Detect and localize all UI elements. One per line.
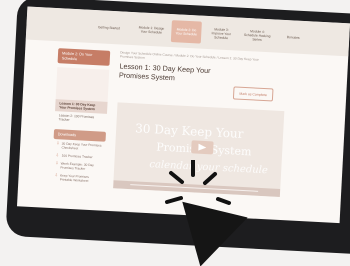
mark-complete-button[interactable]: Mark as Complete — [232, 86, 274, 102]
main-content: Design Your Schedule Online Course / Mod… — [113, 50, 303, 197]
play-icon — [198, 143, 207, 151]
download-label: Keep Your Promises Printable Worksheet — [59, 173, 89, 183]
lesson-list — [55, 67, 110, 102]
nav-bonuses[interactable]: Bonuses — [278, 26, 309, 50]
download-icon: ⇩ — [55, 160, 59, 166]
module-heading: Module 2: Do Your Schedule — [57, 48, 111, 66]
download-item[interactable]: ⇩ Keep Your Promises Printable Worksheet — [51, 171, 104, 186]
download-label: 100 Promises Tracker — [61, 153, 93, 160]
nav-module-3[interactable]: Module 3: Improve Your Schedule — [206, 22, 237, 46]
lesson-2-link[interactable]: Lesson 2: 100 Promises Tracker — [54, 111, 107, 126]
video-title-line-1: 30 Day Keep Your — [134, 121, 244, 141]
sidebar: Module 2: Do Your Schedule Lesson 1: 30 … — [51, 48, 111, 186]
download-icon: ⇩ — [54, 172, 59, 178]
nav-module-1[interactable]: Module 1: Design Your Schedule — [136, 18, 167, 42]
nav-module-2[interactable]: Module 2: Do Your Schedule — [170, 20, 202, 44]
download-icon: ⇩ — [56, 140, 60, 146]
download-icon: ⇩ — [55, 152, 60, 158]
download-label: Week Example: 30 Day Promises Tracker — [60, 161, 94, 171]
play-button[interactable] — [191, 140, 214, 155]
nav-getting-started[interactable]: Getting Started — [86, 16, 132, 40]
lesson-title: Lesson 1: 30 Day Keep Your Promises Syst… — [118, 61, 211, 82]
download-label: 30 Day Keep Your Promises Checksheet — [61, 141, 102, 151]
nav-module-4[interactable]: Module 4: Schedule Hacking Series — [241, 24, 274, 48]
